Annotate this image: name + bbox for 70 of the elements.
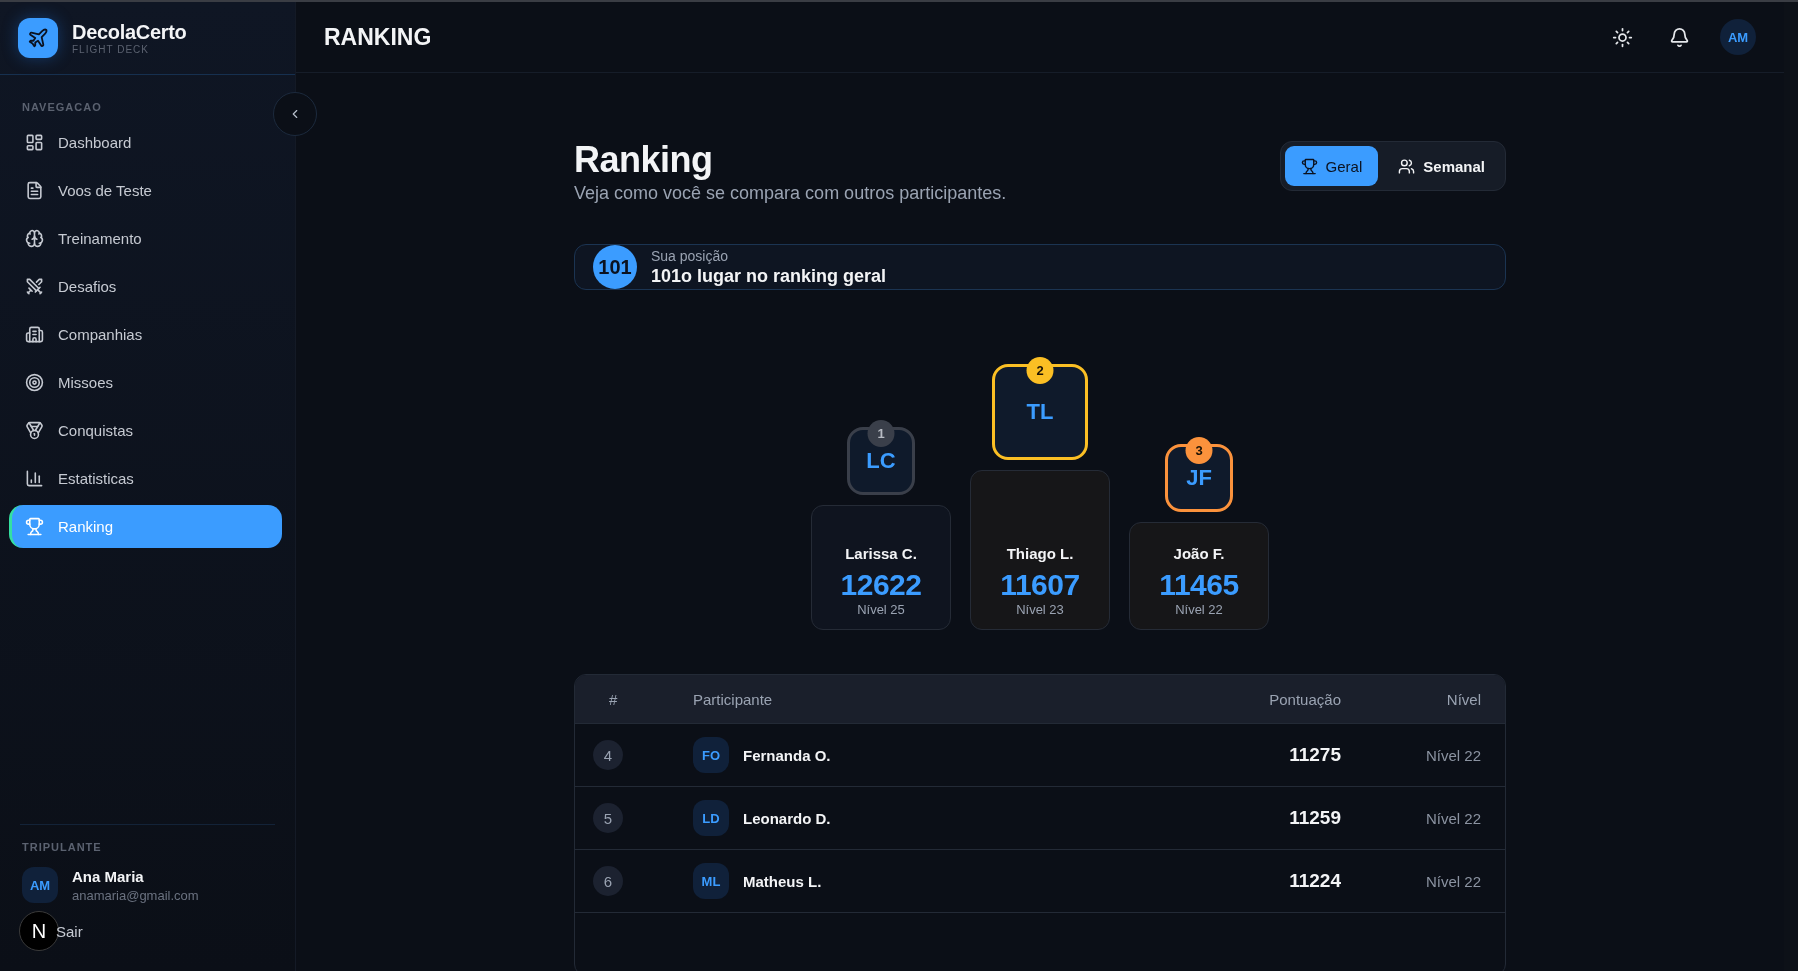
user-email: anamaria@gmail.com	[72, 887, 199, 903]
position-text: 101o lugar no ranking geral	[651, 265, 887, 287]
page-subtitle: Veja como você se compara com outros participantes.	[574, 183, 1007, 204]
users-icon	[1398, 157, 1416, 175]
nav-item[interactable]: Estatisticas	[9, 457, 282, 500]
rank-badge: 4	[593, 740, 623, 770]
section-label: NAVEGACAO	[21, 100, 103, 115]
swords-icon	[25, 277, 44, 296]
podium-score: 11465	[1159, 568, 1239, 602]
column-header: Participante	[693, 690, 774, 708]
podium-name: João F.	[1173, 545, 1225, 562]
column-header: Pontuação	[1268, 690, 1341, 708]
rank-badge: 6	[593, 866, 623, 896]
trophy-icon	[25, 517, 44, 536]
podium-score: 12622	[840, 568, 922, 602]
user-avatar: AM	[22, 867, 58, 903]
target-icon	[25, 373, 44, 392]
rank-badge: 1	[867, 420, 895, 447]
bell-icon	[1669, 26, 1690, 48]
participant-name: Fernanda O.	[743, 746, 831, 764]
level-cell-text: Nível 22	[1424, 872, 1481, 890]
tab[interactable]: Geral	[1284, 146, 1379, 186]
level-cell-text: Nível 22	[1424, 746, 1481, 764]
tab[interactable]: Semanal	[1382, 146, 1501, 186]
podium-level: Nível 25	[857, 602, 905, 617]
participant-avatar: FO	[693, 737, 729, 773]
sun-icon	[1612, 26, 1633, 48]
nav-item[interactable]: Companhias	[9, 313, 282, 356]
column-header: #	[608, 690, 619, 708]
score-cell-text: 11275	[1288, 744, 1341, 766]
medal-icon	[25, 421, 44, 440]
nav-item[interactable]: Desafios	[9, 265, 282, 308]
app-subtitle: FLIGHT DECK	[72, 44, 150, 55]
podium-name: Larissa C.	[845, 545, 917, 562]
section-label: TRIPULANTE	[22, 840, 103, 855]
participant-name: Leonardo D.	[743, 809, 831, 827]
position-badge: 101	[593, 245, 637, 289]
page-header-title: RANKING	[324, 23, 433, 51]
app-name: DecolaCerto	[72, 21, 187, 44]
trophy-icon	[1300, 157, 1318, 175]
nav-item[interactable]: Voos de Teste	[9, 169, 282, 212]
podium-level: Nível 23	[1016, 602, 1064, 617]
user-name: Ana Maria	[72, 867, 145, 885]
document-icon	[25, 181, 44, 200]
nav-item[interactable]: Conquistas	[9, 409, 282, 452]
podium-name: Thiago L.	[1006, 545, 1074, 562]
participant-name: Matheus L.	[743, 872, 822, 890]
position-label: Sua posição	[651, 247, 730, 264]
level-cell-text: Nível 22	[1424, 809, 1481, 827]
rank-badge: 2	[1026, 357, 1054, 384]
rank-badge: 3	[1185, 437, 1213, 464]
rank-badge: 5	[593, 803, 623, 833]
brain-icon	[25, 229, 44, 248]
nav-item[interactable]: Missoes	[9, 361, 282, 404]
participant-avatar: ML	[693, 863, 729, 899]
bar-chart-icon	[25, 469, 44, 488]
building-icon	[25, 325, 44, 344]
page-title: Ranking	[574, 139, 714, 181]
nav-item[interactable]: Treinamento	[9, 217, 282, 260]
nav-item[interactable]: Dashboard	[9, 121, 282, 164]
podium-score: 11607	[1000, 568, 1080, 602]
column-header: Nível	[1445, 690, 1481, 708]
score-cell-text: 11224	[1288, 870, 1341, 892]
podium-level: Nível 22	[1175, 602, 1223, 617]
dashboard-icon	[25, 133, 44, 152]
logout-link[interactable]: Sair	[56, 922, 83, 940]
score-cell-text: 11259	[1288, 807, 1341, 829]
plane-logo-icon	[18, 18, 58, 58]
profile-avatar[interactable]: AM	[1720, 19, 1756, 55]
participant-avatar: LD	[693, 800, 729, 836]
